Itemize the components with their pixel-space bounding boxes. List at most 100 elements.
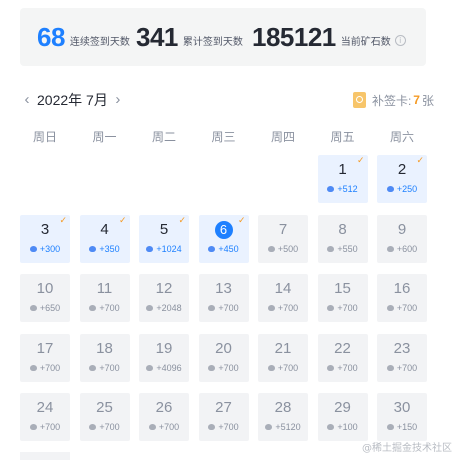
day-reward-value: +300 (39, 243, 61, 254)
weekday-tue: 周二 (151, 130, 176, 144)
calendar-day[interactable]: 15 +700 (317, 274, 368, 322)
ore-icon (267, 364, 275, 371)
calendar-day[interactable]: 27 +700 (198, 393, 249, 441)
ore-icon (29, 305, 37, 311)
day-number: 26 (155, 399, 173, 416)
info-icon[interactable]: i (394, 34, 406, 46)
day-reward-value: +700 (396, 362, 418, 373)
calendar-day[interactable]: 20 +700 (198, 333, 249, 382)
ore-icon (208, 424, 216, 430)
ore-icon (29, 364, 37, 371)
day-number: 20 (215, 339, 232, 357)
ore-count-value: 185121 (252, 21, 336, 52)
ore-count-stat: 185121 当前矿石数 i (252, 8, 406, 66)
day-reward: +700 (377, 362, 427, 374)
day-reward: +2048 (139, 302, 189, 314)
day-reward-value: +550 (337, 243, 358, 254)
calendar-day[interactable]: 11 +700 (79, 274, 130, 322)
calendar-day[interactable]: 18 +700 (79, 333, 130, 382)
calendar-day[interactable]: 12 +2048 (139, 274, 189, 322)
day-reward: +700 (258, 362, 308, 374)
ore-icon (265, 424, 273, 430)
day-number: 17 (36, 339, 54, 357)
calendar-day[interactable]: 4 +350 ✓ (79, 214, 130, 263)
calendar-day[interactable]: 26 +700 (139, 393, 189, 441)
calendar-day[interactable]: 7 +500 (258, 214, 308, 263)
calendar-day[interactable]: 17 +700 (20, 333, 70, 382)
consecutive-days-stat: 68 连续签到天数 (37, 8, 130, 66)
day-reward-value: +700 (396, 303, 418, 313)
calendar-day[interactable]: 9 +600 (377, 214, 427, 263)
chevron-left-icon[interactable]: ‹ (20, 90, 34, 110)
ore-icon (386, 305, 394, 311)
day-number: 25 (96, 399, 113, 416)
calendar-grid: 1 +512 ✓ 2 +250 ✓ 3 +300 ✓ 4 +350 ✓ 5 +1024 ✓ 6 +450 ✓ 7 +5… (20, 155, 446, 460)
day-reward-value: +250 (396, 184, 418, 194)
calendar-day[interactable]: 6 +450 ✓ (198, 214, 249, 263)
weekday-header: 周日 周一 周二 周三 周四 周五 周六 (20, 128, 426, 144)
ore-icon (386, 186, 394, 192)
calendar-day[interactable]: 30 +150 (377, 393, 427, 441)
chevron-right-icon[interactable]: › (111, 90, 125, 110)
checkmark-icon: ✓ (237, 215, 246, 226)
calendar-day[interactable]: 24 +700 (20, 393, 70, 441)
calendar-day[interactable]: 28 +5120 (258, 393, 308, 441)
day-reward-value: +700 (218, 362, 239, 373)
calendar-day[interactable]: 21 +700 (258, 333, 308, 382)
day-reward: +5120 (258, 421, 308, 433)
day-reward: +700 (20, 421, 70, 433)
calendar-day[interactable]: 10 +650 (20, 274, 70, 322)
day-reward-value: +150 (396, 422, 418, 432)
day-number: 12 (155, 280, 173, 297)
day-reward: +700 (199, 302, 249, 314)
day-number: 18 (96, 339, 113, 357)
day-reward: +4096 (139, 362, 189, 374)
weekday-sun: 周日 (32, 130, 57, 144)
day-reward: +700 (258, 302, 308, 314)
day-reward-value: +700 (218, 422, 239, 432)
ore-icon (386, 424, 394, 430)
calendar-day[interactable]: 25 +700 (79, 393, 130, 441)
calendar-day[interactable]: 16 +700 (377, 274, 427, 322)
calendar-day[interactable]: 29 +100 (317, 393, 368, 441)
weekday-mon: 周一 (92, 130, 117, 144)
weekday-wed: 周三 (211, 130, 236, 144)
day-reward: +700 (139, 421, 189, 433)
ore-icon (89, 245, 97, 252)
day-number: 23 (393, 339, 411, 357)
day-reward-value: +700 (337, 303, 358, 313)
day-reward: +700 (80, 302, 130, 314)
calendar-day[interactable]: 2 +250 ✓ (377, 155, 427, 203)
ore-icon (208, 305, 216, 311)
day-reward-value: +700 (277, 362, 299, 373)
makeup-card-value: 7 (413, 93, 420, 107)
calendar-day[interactable]: 5 +1024 ✓ (139, 214, 189, 263)
calendar-day[interactable]: 19 +4096 (139, 333, 189, 382)
ore-icon (208, 364, 216, 371)
ore-icon (267, 305, 275, 311)
ore-icon (146, 245, 154, 252)
day-reward: +700 (318, 302, 368, 314)
calendar-day[interactable]: 23 +700 (377, 333, 427, 382)
ore-count-label: 当前矿石数 (340, 36, 391, 48)
makeup-card-count[interactable]: 补签卡: 7 张 (352, 90, 434, 110)
day-number: 16 (393, 280, 411, 297)
day-reward: +700 (199, 421, 249, 433)
day-number: 14 (274, 280, 292, 297)
calendar-day[interactable]: 8 +550 (317, 214, 368, 263)
day-reward: +550 (318, 243, 368, 255)
day-reward: +650 (20, 302, 70, 314)
watermark: @稀土掘金技术社区 (362, 443, 452, 454)
weekday-sat: 周六 (389, 130, 414, 144)
signin-stats-bar: 68 连续签到天数 341 累计签到天数 185121 当前矿石数 i (20, 8, 426, 66)
calendar-day[interactable]: 14 +700 (258, 274, 308, 322)
day-reward-value: +700 (99, 303, 120, 313)
calendar-day[interactable]: 1 +512 ✓ (317, 155, 368, 203)
day-reward: +600 (377, 243, 427, 255)
calendar-day[interactable]: 22 +700 (317, 333, 368, 382)
calendar-day[interactable]: 13 +700 (198, 274, 249, 322)
day-reward-value: +700 (218, 303, 239, 313)
day-reward: +350 (80, 243, 130, 255)
calendar-day[interactable]: 3 +300 ✓ (20, 214, 70, 263)
month-navigation: ‹ 2022年 7月 › (20, 90, 125, 110)
